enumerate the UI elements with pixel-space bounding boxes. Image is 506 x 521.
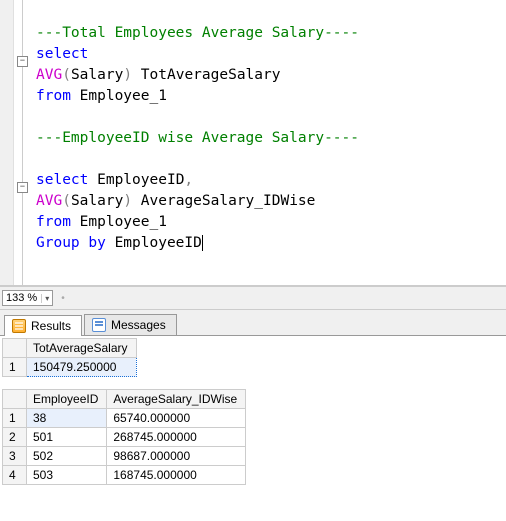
column-header[interactable]: TotAverageSalary bbox=[27, 339, 137, 358]
table-row[interactable]: 4503168745.000000 bbox=[3, 466, 246, 485]
outline-guide bbox=[22, 0, 23, 286]
cell[interactable]: 168745.000000 bbox=[107, 466, 246, 485]
cell[interactable]: 150479.250000 bbox=[27, 358, 137, 377]
cell[interactable]: 268745.000000 bbox=[107, 428, 246, 447]
table-row[interactable]: 2501268745.000000 bbox=[3, 428, 246, 447]
table-row[interactable]: 350298687.000000 bbox=[3, 447, 246, 466]
cell[interactable]: 501 bbox=[27, 428, 107, 447]
row-header[interactable]: 1 bbox=[3, 358, 27, 377]
row-header[interactable]: 3 bbox=[3, 447, 27, 466]
results-tabs: Results Messages bbox=[0, 310, 506, 336]
row-header[interactable]: 1 bbox=[3, 409, 27, 428]
collapse-toggle[interactable]: − bbox=[17, 56, 28, 67]
cell[interactable]: 38 bbox=[27, 409, 107, 428]
editor-gutter bbox=[0, 0, 14, 285]
table-row[interactable]: 1150479.250000 bbox=[3, 358, 137, 377]
column-header[interactable]: AverageSalary_IDWise bbox=[107, 390, 246, 409]
splitter-handle[interactable]: • bbox=[61, 293, 65, 304]
cell[interactable]: 98687.000000 bbox=[107, 447, 246, 466]
cell[interactable]: 503 bbox=[27, 466, 107, 485]
tab-label: Results bbox=[31, 319, 71, 333]
cell[interactable]: 65740.000000 bbox=[107, 409, 246, 428]
results-pane: TotAverageSalary1150479.250000 EmployeeI… bbox=[0, 336, 506, 521]
zoom-combo[interactable]: 133 % ▾ bbox=[2, 290, 53, 306]
code-area[interactable]: ---Total Employees Average Salary---- se… bbox=[32, 0, 506, 285]
cell[interactable]: 502 bbox=[27, 447, 107, 466]
tab-label: Messages bbox=[111, 318, 166, 332]
grid-icon bbox=[12, 319, 26, 333]
column-header[interactable]: EmployeeID bbox=[27, 390, 107, 409]
grid-corner bbox=[3, 339, 27, 358]
chevron-down-icon: ▾ bbox=[41, 294, 49, 303]
zoom-bar: 133 % ▾ • bbox=[0, 286, 506, 310]
results-grid-1[interactable]: TotAverageSalary1150479.250000 bbox=[2, 338, 137, 377]
collapse-toggle[interactable]: − bbox=[17, 182, 28, 193]
messages-icon bbox=[92, 318, 106, 332]
row-header[interactable]: 2 bbox=[3, 428, 27, 447]
results-grid-2[interactable]: EmployeeIDAverageSalary_IDWise13865740.0… bbox=[2, 389, 246, 485]
sql-editor-pane: − − ---Total Employees Average Salary---… bbox=[0, 0, 506, 286]
tab-messages[interactable]: Messages bbox=[84, 314, 177, 335]
tab-results[interactable]: Results bbox=[4, 315, 82, 336]
row-header[interactable]: 4 bbox=[3, 466, 27, 485]
zoom-value: 133 % bbox=[6, 292, 37, 304]
grid-corner bbox=[3, 390, 27, 409]
table-row[interactable]: 13865740.000000 bbox=[3, 409, 246, 428]
outline-column: − − bbox=[14, 0, 32, 285]
